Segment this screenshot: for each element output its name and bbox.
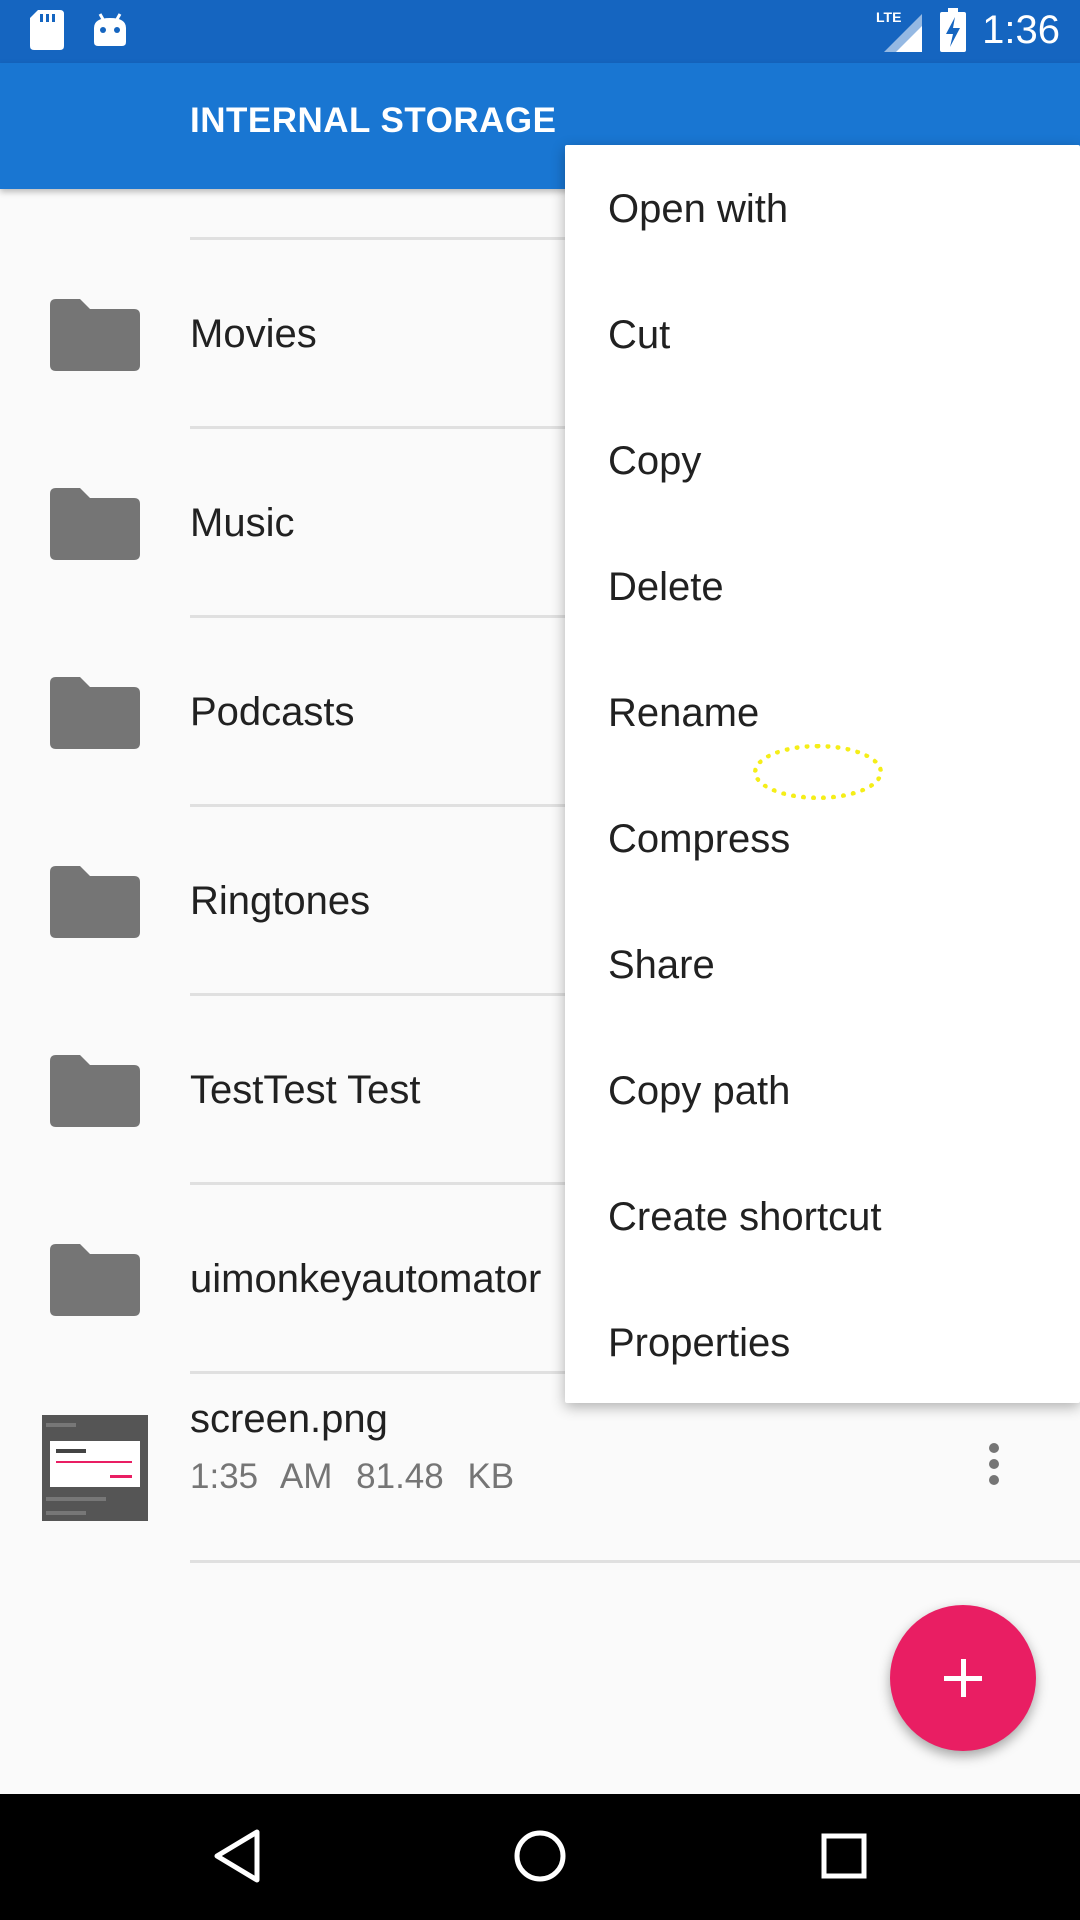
folder-icon [50, 1055, 140, 1127]
touch-indicator [753, 744, 883, 800]
navigation-bar [0, 1794, 1080, 1920]
status-bar: LTE 1:36 [0, 0, 1080, 63]
file-size: 81.48 KB [356, 1457, 515, 1496]
file-name: screen.png [190, 1397, 388, 1441]
svg-text:LTE: LTE [876, 9, 901, 25]
menu-item-share[interactable]: Share [565, 903, 1080, 1029]
menu-item-cut[interactable]: Cut [565, 273, 1080, 399]
folder-icon [50, 677, 140, 749]
menu-item-properties[interactable]: Properties [565, 1281, 1080, 1407]
divider [190, 1560, 1080, 1563]
folder-name: Podcasts [190, 690, 355, 734]
folder-name: TestTest Test [190, 1068, 421, 1112]
folder-name: Ringtones [190, 879, 371, 923]
file-meta: 1:35 AM 81.48 KB [190, 1457, 514, 1497]
menu-item-copy[interactable]: Copy [565, 399, 1080, 525]
battery-charging-icon [940, 8, 967, 52]
android-icon [94, 13, 126, 46]
folder-icon [50, 1244, 140, 1316]
page-title: INTERNAL STORAGE [190, 101, 557, 140]
more-options-icon[interactable] [986, 1443, 1002, 1491]
back-icon[interactable] [205, 1824, 269, 1888]
menu-item-copy-path[interactable]: Copy path [565, 1029, 1080, 1155]
folder-icon [50, 488, 140, 560]
sd-card-icon [30, 10, 64, 50]
home-icon[interactable] [508, 1824, 572, 1888]
recents-icon[interactable] [812, 1824, 876, 1888]
file-time: 1:35 AM [190, 1457, 333, 1496]
folder-name: Movies [190, 312, 317, 356]
folder-name: uimonkeyautomator [190, 1257, 542, 1301]
menu-item-delete[interactable]: Delete [565, 525, 1080, 651]
folder-name: Music [190, 501, 295, 545]
folder-icon [50, 866, 140, 938]
clock: 1:36 [982, 7, 1060, 52]
add-fab-button[interactable] [890, 1605, 1036, 1751]
menu-item-create-shortcut[interactable]: Create shortcut [565, 1155, 1080, 1281]
image-thumbnail [42, 1415, 148, 1521]
menu-item-open-with[interactable]: Open with [565, 147, 1080, 273]
lte-signal-icon: LTE [876, 9, 923, 52]
folder-icon [50, 299, 140, 371]
